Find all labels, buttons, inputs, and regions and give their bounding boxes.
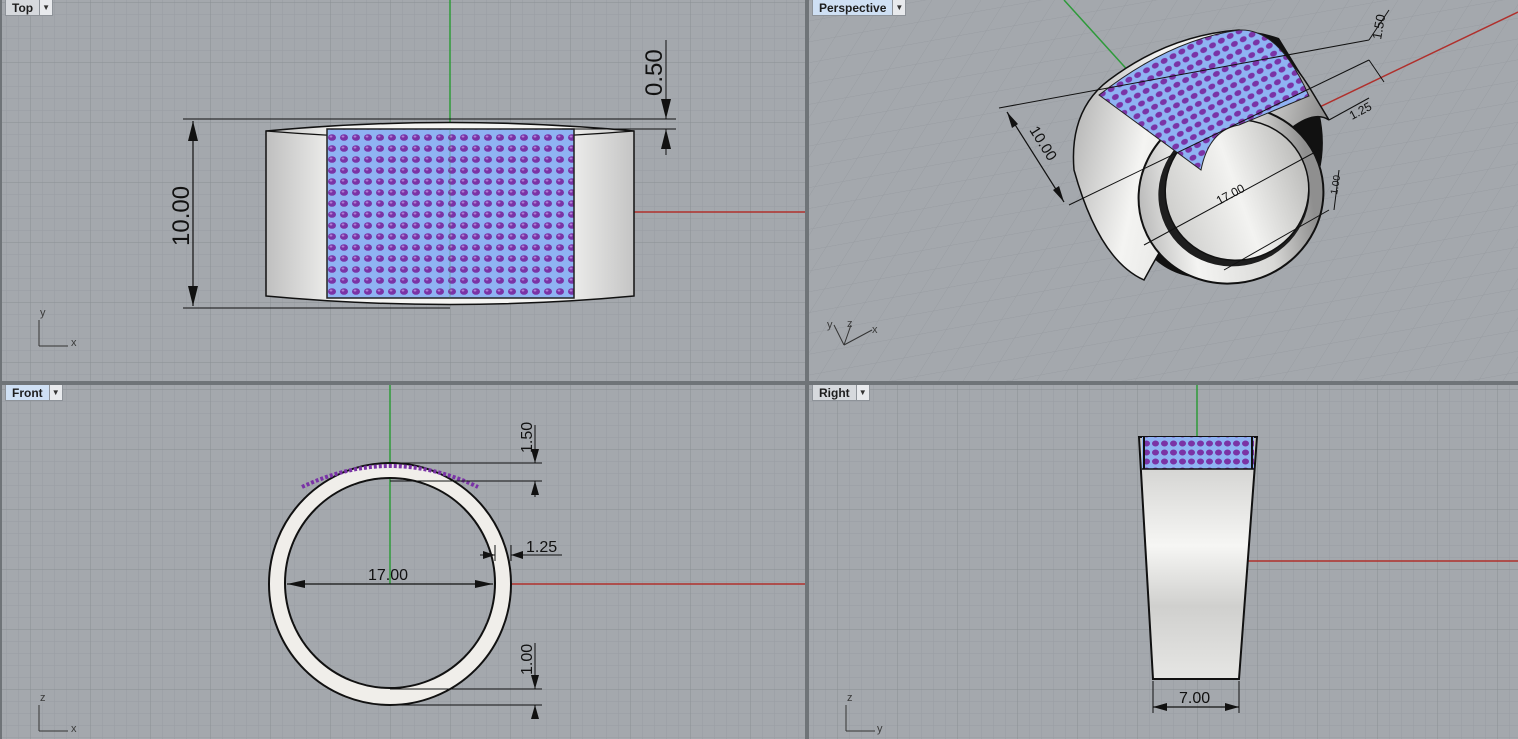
dim-side: 1.25 [526, 539, 557, 556]
axis-label-y: y [877, 723, 883, 735]
axis-label-x: x [71, 337, 77, 349]
viewport-title[interactable]: Top [5, 0, 41, 16]
axis-label-x: x [872, 324, 878, 336]
viewport-menu-arrow-icon[interactable]: ▼ [49, 385, 63, 401]
viewport-tab-top[interactable]: Top ▼ [5, 0, 54, 16]
viewport-front[interactable]: 17.00 1.50 1.25 1.00 z x Front ▼ [2, 385, 805, 739]
dim-bottom: 1.00 [519, 644, 536, 675]
axis-label-x: x [71, 723, 77, 735]
axis-label-z: z [847, 692, 853, 704]
viewport-menu-arrow-icon[interactable]: ▼ [40, 0, 54, 16]
axis-label-z: z [847, 318, 853, 330]
viewport-perspective[interactable]: 10.00 1.50 1.25 17.00 1.00 y z x Perspec… [809, 0, 1518, 381]
front-scene: 17.00 1.50 1.25 1.00 z x [2, 385, 805, 739]
dim-top: 1.50 [519, 422, 536, 453]
axis-label-z: z [40, 692, 46, 704]
viewport-tab-right[interactable]: Right ▼ [812, 385, 870, 401]
right-scene: 7.00 z y [809, 385, 1518, 739]
dim-width: 10.00 [168, 186, 195, 246]
viewport-right[interactable]: 7.00 z y Right ▼ [809, 385, 1518, 739]
perspective-scene: 10.00 1.50 1.25 17.00 1.00 y z x [809, 0, 1518, 381]
viewport-title[interactable]: Front [5, 385, 50, 401]
dim-top-gap: 0.50 [641, 49, 668, 96]
dim-bottom-width: 7.00 [1179, 690, 1210, 707]
viewport-menu-arrow-icon[interactable]: ▼ [856, 385, 870, 401]
viewport-title[interactable]: Right [812, 385, 857, 401]
axis-label-y: y [827, 319, 833, 331]
viewport-top[interactable]: 10.00 0.50 y x Top ▼ [2, 0, 805, 381]
viewport-tab-front[interactable]: Front ▼ [5, 385, 63, 401]
dim-diameter: 17.00 [368, 567, 408, 584]
viewport-title[interactable]: Perspective [812, 0, 894, 16]
axis-label-y: y [40, 307, 46, 319]
top-scene: 10.00 0.50 y x [2, 0, 805, 381]
viewport-menu-arrow-icon[interactable]: ▼ [893, 0, 907, 16]
viewport-tab-perspective[interactable]: Perspective ▼ [812, 0, 907, 16]
